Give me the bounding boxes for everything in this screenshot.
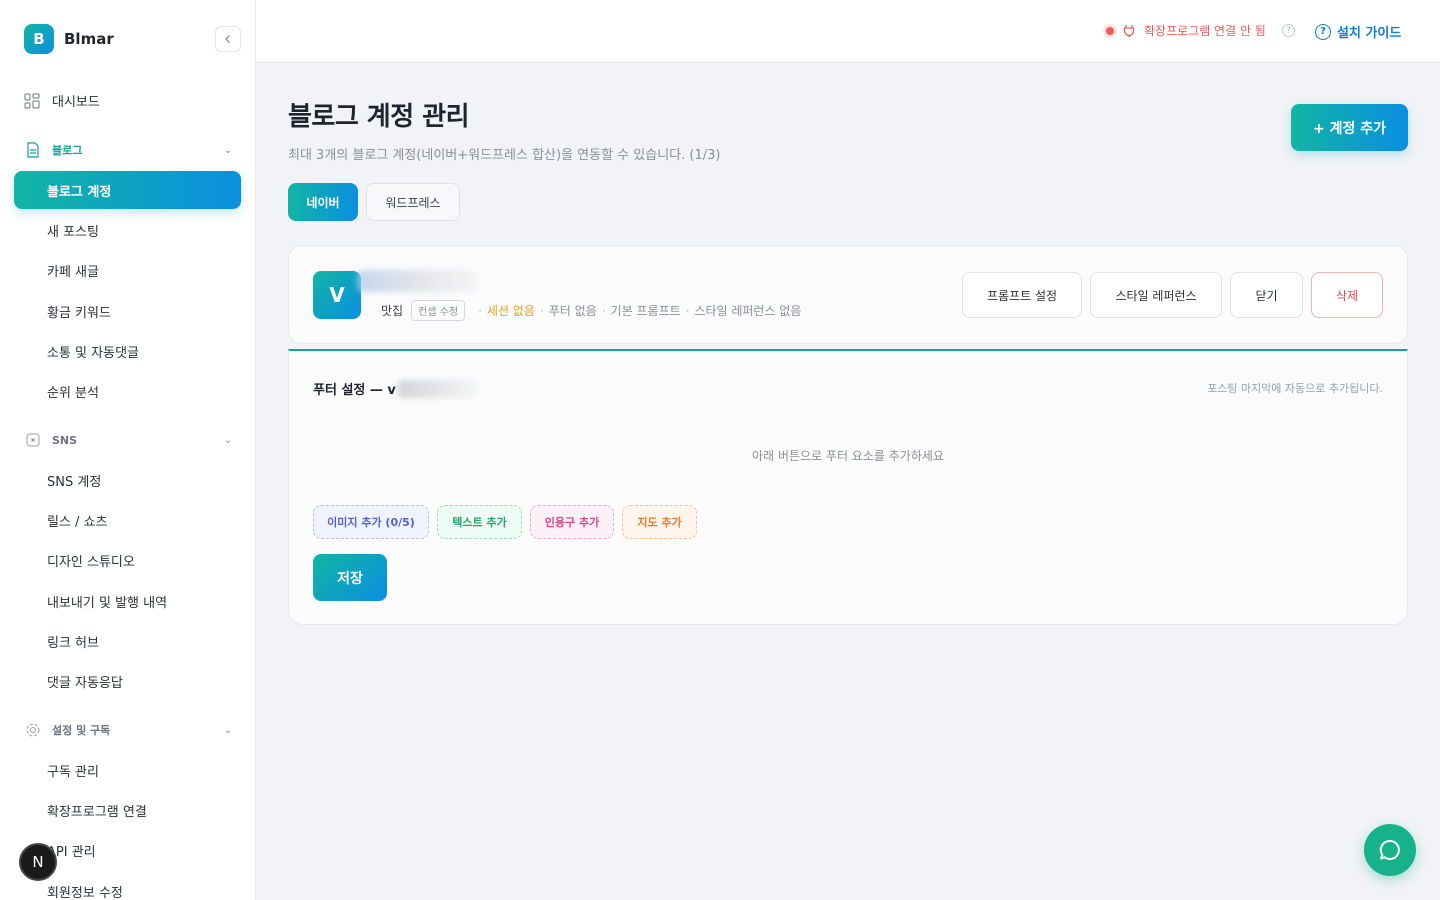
page-subtitle: 최대 3개의 블로그 계정(네이버+워드프레스 합산)을 연동할 수 있습니다.… [288, 148, 721, 163]
grid-icon [24, 93, 40, 108]
account-avatar: V [313, 271, 361, 319]
brand-name: Blmar [64, 30, 114, 48]
brand-logo: B [24, 24, 54, 54]
chevron-down-icon: ⌄ [223, 724, 232, 736]
sidebar-item-export-history[interactable]: 내보내기 및 발행 내역 [47, 592, 167, 611]
gear-icon [24, 721, 42, 739]
section-sns[interactable]: SNS ⌄ [24, 431, 232, 449]
sidebar-item-extension[interactable]: 확장프로그램 연결 [47, 801, 147, 820]
chevron-down-icon: ⌄ [223, 144, 232, 156]
collapse-sidebar-button[interactable] [215, 26, 241, 52]
sidebar-item-golden-keyword[interactable]: 황금 키워드 [47, 302, 111, 321]
page-title: 블로그 계정 관리 [288, 102, 470, 132]
plug-icon [1123, 24, 1135, 37]
sidebar-item-subscription[interactable]: 구독 관리 [47, 761, 99, 780]
account-name-redacted [397, 379, 478, 398]
account-meta: 맛집 컨셉 수정 · 세션 없음 · 푸터 없음 · 기본 프롬프트 · 스타일… [381, 300, 801, 321]
footer-status: 푸터 없음 [548, 304, 597, 318]
footer-title-text: 푸터 설정 — v [313, 383, 396, 398]
sidebar-item-sns-account[interactable]: SNS 계정 [47, 471, 101, 490]
section-blog[interactable]: 블로그 ⌄ [24, 141, 232, 159]
chat-bubble-icon [1379, 839, 1400, 860]
close-button[interactable]: 닫기 [1230, 272, 1303, 318]
section-title: 설정 및 구독 [52, 724, 111, 737]
section-settings[interactable]: 설정 및 구독 ⌄ [24, 721, 232, 739]
install-guide-label: 설치 가이드 [1337, 26, 1402, 41]
topbar: 확장프로그램 연결 안 됨 ? ? 설치 가이드 [256, 0, 1440, 63]
help-icon[interactable]: ? [1282, 24, 1295, 37]
account-card: V 맛집 컨셉 수정 · 세션 없음 · 푸터 없음 · 기본 프롬프트 · 스… [288, 245, 1408, 344]
add-quote-button[interactable]: 인용구 추가 [530, 505, 614, 539]
question-circle-icon: ? [1315, 23, 1331, 40]
sidebar-item-dashboard[interactable]: 대시보드 [24, 91, 100, 110]
section-title: SNS [52, 433, 78, 447]
footer-empty-message: 아래 버튼으로 푸터 요소를 추가하세요 [752, 449, 944, 463]
dev-badge[interactable]: N [19, 843, 57, 881]
sidebar-item-rank-analysis[interactable]: 순위 분석 [47, 382, 99, 401]
style-reference-button[interactable]: 스타일 레퍼런스 [1090, 272, 1222, 318]
install-guide-link[interactable]: ? 설치 가이드 [1315, 22, 1401, 41]
delete-button[interactable]: 삭제 [1311, 272, 1383, 318]
add-map-button[interactable]: 지도 추가 [622, 505, 697, 539]
add-account-button[interactable]: + 계정 추가 [1291, 104, 1408, 151]
sidebar-item-cafe-new[interactable]: 카페 새글 [47, 261, 99, 280]
add-image-button[interactable]: 이미지 추가 (0/5) [313, 505, 429, 539]
extension-status[interactable]: 확장프로그램 연결 안 됨 [1106, 22, 1266, 39]
footer-settings-panel: 푸터 설정 — v 포스팅 마지막에 자동으로 추가됩니다. 아래 버튼으로 푸… [288, 349, 1408, 625]
add-text-button[interactable]: 텍스트 추가 [437, 505, 522, 539]
chevron-left-icon [225, 35, 230, 43]
sidebar-item-comment-autoreply[interactable]: 댓글 자동응답 [47, 672, 123, 691]
sidebar-item-design-studio[interactable]: 디자인 스튜디오 [47, 551, 135, 570]
document-icon [24, 141, 42, 159]
status-dot [1106, 26, 1114, 35]
account-name-redacted [357, 270, 477, 292]
style-reference-status: 스타일 레퍼런스 없음 [694, 304, 802, 318]
session-status: 세션 없음 [486, 304, 535, 318]
sidebar-item-link-hub[interactable]: 링크 허브 [47, 632, 99, 651]
edit-concept-button[interactable]: 컨셉 수정 [411, 300, 466, 321]
sidebar-item-reels-shorts[interactable]: 릴스 / 쇼츠 [47, 511, 108, 530]
tab-naver[interactable]: 네이버 [288, 183, 358, 221]
section-title: 블로그 [52, 144, 83, 157]
sidebar-item-blog-account[interactable]: 블로그 계정 [14, 171, 241, 209]
prompt-settings-button[interactable]: 프롬프트 설정 [962, 272, 1082, 318]
play-icon [24, 431, 42, 449]
save-button[interactable]: 저장 [313, 554, 387, 601]
footer-note: 포스팅 마지막에 자동으로 추가됩니다. [1207, 382, 1383, 395]
chat-button[interactable] [1364, 824, 1416, 876]
chevron-down-icon: ⌄ [223, 434, 232, 446]
brand[interactable]: B Blmar [24, 24, 114, 54]
sidebar: B Blmar 대시보드 블로그 ⌄ 블로그 계정 새 포스팅 카페 새글 황금… [0, 0, 256, 900]
extension-status-text: 확장프로그램 연결 안 됨 [1144, 24, 1266, 38]
sidebar-item-profile[interactable]: 회원정보 수정 [47, 882, 123, 900]
sidebar-item-new-posting[interactable]: 새 포스팅 [47, 221, 99, 240]
tab-wordpress[interactable]: 워드프레스 [366, 183, 460, 221]
sidebar-item-auto-comment[interactable]: 소통 및 자동댓글 [47, 342, 139, 361]
prompt-status: 기본 프롬프트 [610, 304, 681, 318]
sidebar-item-label: 대시보드 [52, 95, 100, 110]
footer-settings-title: 푸터 설정 — v [313, 379, 478, 398]
account-category: 맛집 [381, 304, 404, 318]
